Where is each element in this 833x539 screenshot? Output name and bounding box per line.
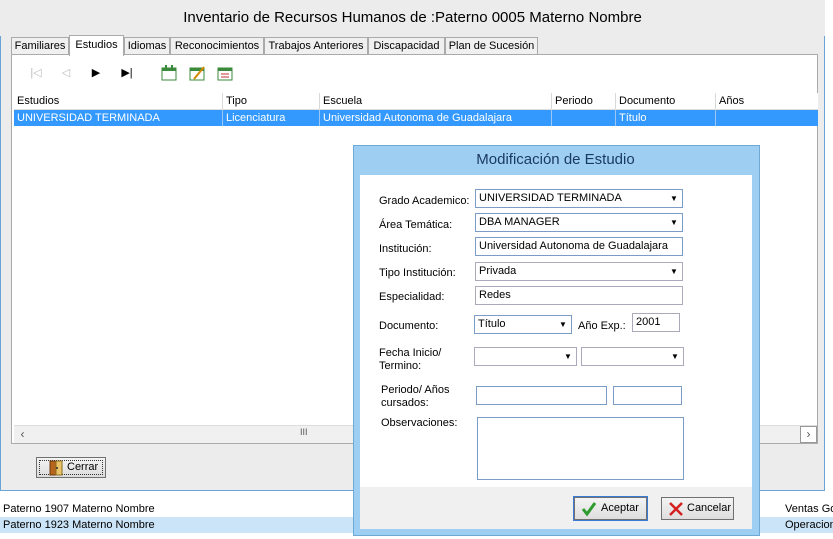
row-dept: Ventas Go bbox=[785, 503, 833, 515]
column-header-documento[interactable]: Documento bbox=[615, 93, 715, 109]
especialidad-input[interactable]: Redes bbox=[475, 286, 683, 305]
tab-trabajos-anteriores[interactable]: Trabajos Anteriores bbox=[264, 37, 368, 54]
anio-exp-label: Año Exp.: bbox=[578, 320, 626, 332]
grado-label: Grado Academico: bbox=[379, 195, 470, 207]
cell-tipo: Licenciatura bbox=[222, 110, 319, 126]
chevron-down-icon: ▼ bbox=[670, 267, 678, 276]
last-record-button[interactable]: ▶| bbox=[118, 64, 136, 82]
previous-record-button[interactable]: ◁ bbox=[57, 64, 75, 82]
area-select[interactable]: DBA MANAGER ▼ bbox=[475, 213, 683, 232]
chevron-down-icon: ▼ bbox=[670, 218, 678, 227]
column-header-estudios[interactable]: Estudios bbox=[14, 93, 222, 109]
close-button[interactable]: Cerrar bbox=[36, 457, 106, 478]
documento-label: Documento: bbox=[379, 320, 439, 332]
column-header-periodo[interactable]: Periodo bbox=[551, 93, 615, 109]
first-record-button[interactable]: |◁ bbox=[27, 64, 45, 82]
chevron-down-icon: ▼ bbox=[671, 352, 679, 361]
fecha-termino-select[interactable]: ▼ bbox=[581, 347, 684, 366]
row-dept: Operacion bbox=[785, 519, 833, 531]
especialidad-value: Redes bbox=[479, 289, 511, 301]
cancel-button[interactable]: Cancelar bbox=[661, 497, 734, 520]
grado-select[interactable]: UNIVERSIDAD TERMINADA ▼ bbox=[475, 189, 683, 208]
close-button-label: Cerrar bbox=[67, 461, 99, 473]
periodo-label-line1: Periodo/ Años bbox=[381, 384, 450, 396]
observaciones-textarea[interactable] bbox=[477, 417, 684, 480]
column-header-escuela[interactable]: Escuela bbox=[319, 93, 551, 109]
institucion-input[interactable]: Universidad Autonoma de Guadalajara bbox=[475, 237, 683, 256]
chevron-down-icon: ▼ bbox=[670, 194, 678, 203]
area-label: Área Temática: bbox=[379, 219, 453, 231]
grid-header: Estudios Tipo Escuela Periodo Documento … bbox=[14, 93, 818, 110]
accept-button[interactable]: Aceptar bbox=[573, 496, 648, 521]
edit-record-button[interactable] bbox=[189, 65, 206, 81]
window-title: Inventario de Recursos Humanos de :Pater… bbox=[0, 0, 825, 36]
close-x-icon bbox=[669, 502, 683, 516]
accept-button-label: Aceptar bbox=[601, 502, 639, 514]
scroll-thumb-grip[interactable]: III bbox=[300, 427, 308, 437]
column-header-anios[interactable]: Años bbox=[715, 93, 818, 109]
column-header-tipo[interactable]: Tipo bbox=[222, 93, 319, 109]
tipo-institucion-label: Tipo Institución: bbox=[379, 267, 456, 279]
calendar-add-icon bbox=[161, 65, 177, 81]
tipo-institucion-value: Privada bbox=[479, 265, 517, 277]
scroll-right-icon[interactable]: › bbox=[800, 426, 817, 443]
calendar-list-icon bbox=[217, 67, 233, 81]
anio-exp-input[interactable]: 2001 bbox=[632, 313, 680, 332]
fecha-label-line1: Fecha Inicio/ bbox=[379, 347, 442, 359]
dialog-title: Modificación de Estudio bbox=[476, 151, 635, 168]
calendar-edit-icon bbox=[189, 66, 205, 81]
anio-exp-value: 2001 bbox=[636, 316, 661, 328]
add-record-button[interactable] bbox=[161, 65, 178, 81]
tab-estudios[interactable]: Estudios bbox=[69, 35, 124, 56]
scroll-left-icon[interactable]: ‹ bbox=[14, 426, 31, 443]
fecha-inicio-select[interactable]: ▼ bbox=[474, 347, 577, 366]
area-value: DBA MANAGER bbox=[479, 216, 560, 228]
chevron-down-icon: ▼ bbox=[559, 320, 567, 329]
cell-estudios: UNIVERSIDAD TERMINADA bbox=[17, 112, 160, 124]
table-row-selected[interactable]: UNIVERSIDAD TERMINADA Licenciatura Unive… bbox=[14, 110, 818, 126]
tab-plan-de-sucesion[interactable]: Plan de Sucesión bbox=[445, 37, 538, 54]
institucion-value: Universidad Autonoma de Guadalajara bbox=[479, 240, 668, 252]
cell-documento: Título bbox=[615, 110, 715, 126]
fecha-label-line2: Termino: bbox=[379, 360, 422, 372]
cell-escuela: Universidad Autonoma de Guadalajara bbox=[319, 110, 551, 126]
periodo-input[interactable] bbox=[476, 386, 607, 405]
chevron-down-icon: ▼ bbox=[564, 352, 572, 361]
especialidad-label: Especialidad: bbox=[379, 291, 445, 303]
row-name: Paterno 1907 Materno Nombre bbox=[3, 503, 155, 515]
tab-familiares[interactable]: Familiares bbox=[11, 37, 69, 54]
documento-value: Título bbox=[478, 318, 506, 330]
tab-discapacidad[interactable]: Discapacidad bbox=[368, 37, 445, 54]
observaciones-label: Observaciones: bbox=[381, 417, 458, 429]
checkmark-icon bbox=[581, 502, 597, 517]
door-exit-icon bbox=[49, 460, 63, 476]
documento-select[interactable]: Título ▼ bbox=[474, 315, 572, 334]
institucion-label: Institución: bbox=[379, 243, 432, 255]
list-record-button[interactable] bbox=[217, 65, 234, 81]
periodo-label-line2: cursados: bbox=[381, 397, 429, 409]
grado-value: UNIVERSIDAD TERMINADA bbox=[479, 192, 622, 204]
cell-periodo bbox=[551, 110, 615, 126]
tipo-institucion-select[interactable]: Privada ▼ bbox=[475, 262, 683, 281]
anios-cursados-input[interactable] bbox=[613, 386, 682, 405]
next-record-button[interactable]: ▶ bbox=[87, 64, 105, 82]
cell-anios bbox=[715, 110, 818, 126]
row-name: Paterno 1923 Materno Nombre bbox=[3, 519, 155, 531]
tab-reconocimientos[interactable]: Reconocimientos bbox=[170, 37, 264, 54]
tab-idiomas[interactable]: Idiomas bbox=[124, 37, 170, 54]
cancel-button-label: Cancelar bbox=[687, 502, 732, 514]
